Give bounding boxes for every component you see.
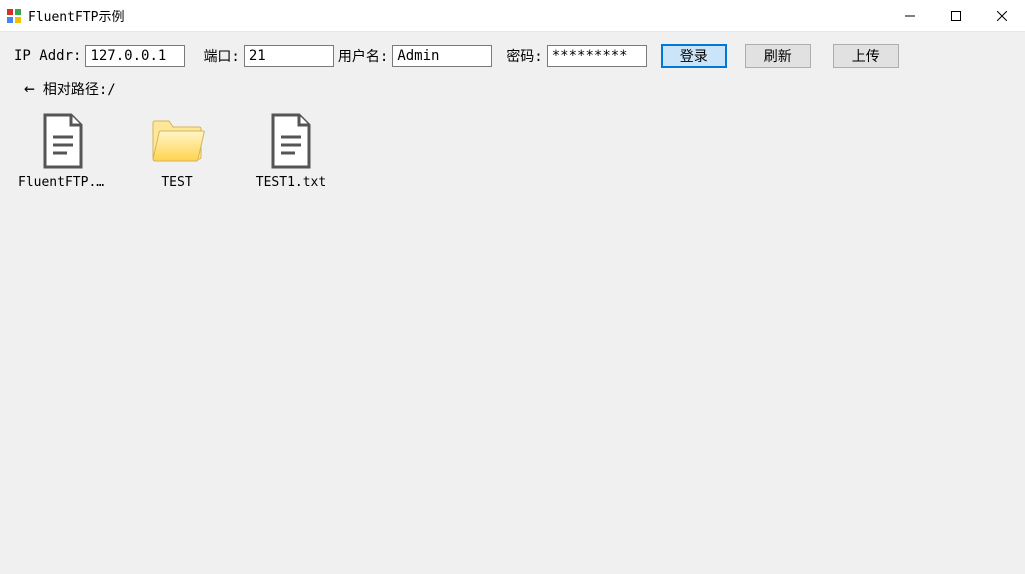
file-item[interactable]: FluentFTP.xm. bbox=[18, 113, 108, 190]
path-prefix: 相对路径: bbox=[43, 82, 107, 98]
minimize-button[interactable] bbox=[887, 0, 933, 31]
maximize-button[interactable] bbox=[933, 0, 979, 31]
connection-toolbar: IP Addr: 端口: 用户名: 密码: 登录 刷新 上传 bbox=[14, 44, 1011, 68]
folder-icon bbox=[149, 113, 205, 169]
password-input[interactable] bbox=[547, 45, 647, 67]
file-label: TEST bbox=[161, 175, 192, 190]
path-row: ← 相对路径:/ bbox=[14, 78, 1011, 99]
username-input[interactable] bbox=[392, 45, 492, 67]
app-icon bbox=[6, 8, 22, 24]
file-grid: FluentFTP.xm. TEST bbox=[14, 113, 1011, 190]
content-area: IP Addr: 端口: 用户名: 密码: 登录 刷新 上传 ← 相对路径:/ bbox=[0, 32, 1025, 574]
file-icon bbox=[263, 113, 319, 169]
port-input[interactable] bbox=[244, 45, 334, 67]
file-item[interactable]: TEST1.txt bbox=[246, 113, 336, 190]
path-label: 相对路径:/ bbox=[43, 79, 116, 99]
close-button[interactable] bbox=[979, 0, 1025, 31]
window-title: FluentFTP示例 bbox=[28, 6, 887, 25]
port-label: 端口: bbox=[203, 46, 239, 66]
folder-item[interactable]: TEST bbox=[132, 113, 222, 190]
user-label: 用户名: bbox=[338, 46, 388, 66]
password-label: 密码: bbox=[506, 46, 542, 66]
refresh-button[interactable]: 刷新 bbox=[745, 44, 811, 68]
login-button[interactable]: 登录 bbox=[661, 44, 727, 68]
path-value: / bbox=[107, 82, 115, 98]
file-icon bbox=[35, 113, 91, 169]
ip-label: IP Addr: bbox=[14, 48, 81, 64]
upload-button[interactable]: 上传 bbox=[833, 44, 899, 68]
window-controls bbox=[887, 0, 1025, 31]
file-label: TEST1.txt bbox=[256, 175, 326, 190]
back-arrow-icon[interactable]: ← bbox=[24, 78, 35, 99]
titlebar: FluentFTP示例 bbox=[0, 0, 1025, 32]
ip-input[interactable] bbox=[85, 45, 185, 67]
file-label: FluentFTP.xm. bbox=[18, 175, 108, 190]
